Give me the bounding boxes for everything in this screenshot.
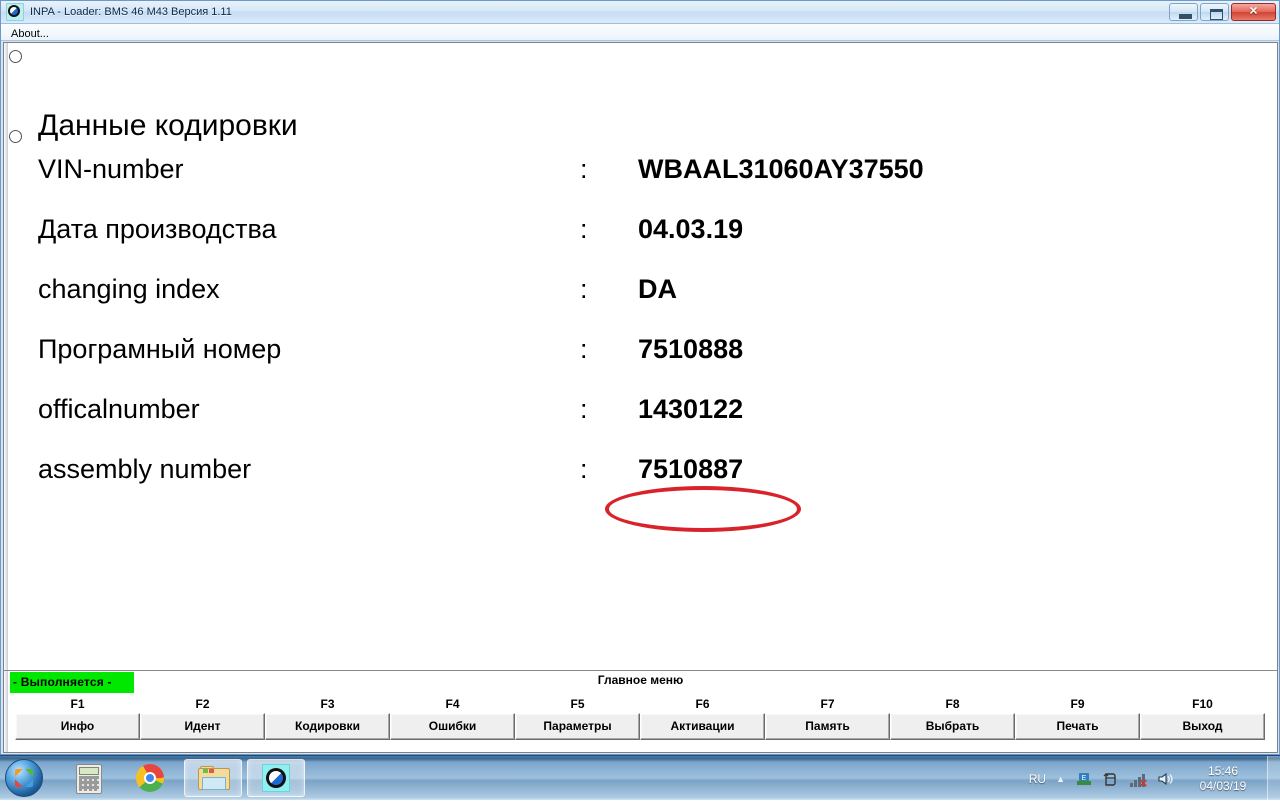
system-tray: RU ▲ E ✕ 15:46 04/03/19 bbox=[1029, 756, 1280, 801]
fkey-button-coding[interactable]: Кодировки bbox=[265, 713, 390, 740]
taskbar-item-calculator[interactable] bbox=[60, 759, 118, 797]
row-separator: : bbox=[580, 154, 588, 184]
fkey-f5: F5 Параметры bbox=[515, 695, 640, 740]
fkey-button-ident[interactable]: Идент bbox=[140, 713, 265, 740]
fkey-label: F1 bbox=[70, 697, 85, 711]
fkey-label: F10 bbox=[1192, 697, 1213, 711]
row-value: WBAAL31060AY37550 bbox=[638, 154, 924, 184]
bmw-roundel-icon bbox=[6, 3, 24, 21]
fkey-label: F4 bbox=[445, 697, 460, 711]
row-value: 7510887 bbox=[638, 454, 744, 484]
row-value: 7510888 bbox=[638, 334, 744, 364]
fkey-button-print[interactable]: Печать bbox=[1015, 713, 1140, 740]
row-label: officalnumber bbox=[38, 394, 200, 424]
fkey-label: F9 bbox=[1070, 697, 1085, 711]
clock[interactable]: 15:46 04/03/19 bbox=[1183, 764, 1263, 794]
fkey-button-select[interactable]: Выбрать bbox=[890, 713, 1015, 740]
row-value: DA bbox=[638, 274, 677, 304]
fkey-label: F6 bbox=[695, 697, 710, 711]
folder-icon bbox=[198, 763, 230, 793]
row-separator: : bbox=[580, 394, 588, 424]
main-menu-title: Главное меню bbox=[597, 673, 684, 687]
assembly-number-highlight-ellipse bbox=[605, 486, 801, 532]
chevron-up-icon[interactable]: ▲ bbox=[1056, 774, 1065, 784]
client-area: Данные кодировки VIN-number : WBAAL31060… bbox=[3, 42, 1278, 753]
show-desktop-button[interactable] bbox=[1267, 756, 1280, 801]
row-separator: : bbox=[580, 454, 588, 484]
fkey-label: F2 bbox=[195, 697, 210, 711]
fkey-f9: F9 Печать bbox=[1015, 695, 1140, 740]
fkey-f6: F6 Активации bbox=[640, 695, 765, 740]
row-value: 04.03.19 bbox=[638, 214, 744, 244]
row-separator: : bbox=[580, 214, 588, 244]
row-label: Програмный номер bbox=[38, 334, 282, 364]
fkey-f1: F1 Инфо bbox=[15, 695, 140, 740]
fkey-f3: F3 Кодировки bbox=[265, 695, 390, 740]
volume-icon[interactable] bbox=[1156, 770, 1174, 788]
row-value: 1430122 bbox=[638, 394, 744, 424]
ethernet-status-icon[interactable]: E bbox=[1075, 770, 1093, 788]
window-titlebar[interactable]: INPA - Loader: BMS 46 M43 Версия 1.11 ✕ bbox=[1, 1, 1279, 24]
bmw-app-icon bbox=[261, 763, 291, 793]
coding-data-panel: Данные кодировки VIN-number : WBAAL31060… bbox=[4, 43, 1277, 752]
windows-taskbar: RU ▲ E ✕ 15:46 04/03/19 bbox=[0, 755, 1280, 801]
clock-date: 04/03/19 bbox=[1199, 778, 1247, 793]
close-icon: ✕ bbox=[1248, 5, 1259, 18]
fkey-label: F3 bbox=[320, 697, 335, 711]
fkey-button-info[interactable]: Инфо bbox=[15, 713, 140, 740]
fkey-button-activations[interactable]: Активации bbox=[640, 713, 765, 740]
start-button[interactable] bbox=[5, 759, 43, 797]
fkey-f10: F10 Выход bbox=[1140, 695, 1265, 740]
screen: INPA - Loader: BMS 46 M43 Версия 1.11 ✕ … bbox=[0, 0, 1280, 801]
network-icon[interactable]: ✕ bbox=[1129, 770, 1148, 790]
fkey-f2: F2 Идент bbox=[140, 695, 265, 740]
row-label: changing index bbox=[38, 274, 220, 304]
taskbar-item-explorer[interactable] bbox=[184, 759, 242, 797]
maximize-button[interactable] bbox=[1200, 3, 1229, 21]
window-title: INPA - Loader: BMS 46 M43 Версия 1.11 bbox=[30, 6, 232, 18]
fkey-label: F5 bbox=[570, 697, 585, 711]
menu-item-about[interactable]: About... bbox=[8, 28, 52, 41]
action-center-flag-icon[interactable] bbox=[1102, 770, 1120, 788]
bottom-divider bbox=[4, 670, 1277, 671]
row-label: assembly number bbox=[38, 454, 252, 484]
svg-text:E: E bbox=[1082, 775, 1087, 782]
clock-time: 15:46 bbox=[1207, 763, 1239, 778]
taskbar-item-chrome[interactable] bbox=[121, 759, 179, 797]
fkey-f7: F7 Память bbox=[765, 695, 890, 740]
page-title: Данные кодировки bbox=[38, 109, 298, 142]
chrome-icon bbox=[135, 763, 165, 793]
language-indicator[interactable]: RU bbox=[1029, 772, 1046, 786]
window-menubar: About... bbox=[1, 24, 1279, 41]
fkey-f4: F4 Ошибки bbox=[390, 695, 515, 740]
fkey-label: F8 bbox=[945, 697, 960, 711]
fkey-f8: F8 Выбрать bbox=[890, 695, 1015, 740]
fkey-button-parameters[interactable]: Параметры bbox=[515, 713, 640, 740]
network-disconnected-icon: ✕ bbox=[1138, 777, 1148, 790]
function-key-bar: F1 Инфо F2 Идент F3 Кодировки F4 Ошибки bbox=[4, 695, 1277, 751]
fkey-button-errors[interactable]: Ошибки bbox=[390, 713, 515, 740]
taskbar-item-inpa[interactable] bbox=[247, 759, 305, 797]
close-button[interactable]: ✕ bbox=[1231, 3, 1276, 21]
row-label: VIN-number bbox=[38, 154, 184, 184]
window-controls: ✕ bbox=[1169, 3, 1276, 21]
minimize-button[interactable] bbox=[1169, 3, 1198, 21]
row-label: Дата производства bbox=[38, 214, 277, 244]
row-separator: : bbox=[580, 274, 588, 304]
calculator-icon bbox=[74, 763, 104, 794]
fkey-button-memory[interactable]: Память bbox=[765, 713, 890, 740]
inpa-loader-window: INPA - Loader: BMS 46 M43 Версия 1.11 ✕ … bbox=[0, 0, 1280, 755]
fkey-label: F7 bbox=[820, 697, 835, 711]
row-separator: : bbox=[580, 334, 588, 364]
fkey-button-exit[interactable]: Выход bbox=[1140, 713, 1265, 740]
